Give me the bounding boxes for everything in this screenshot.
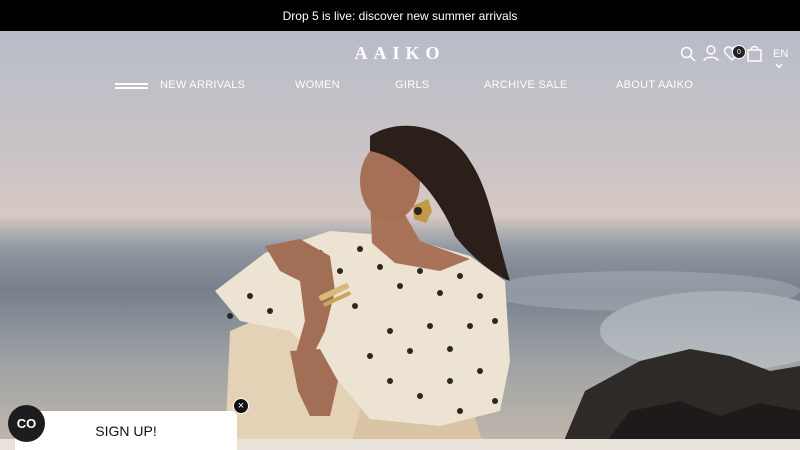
- wishlist-count-badge: 0: [732, 45, 746, 59]
- signup-label[interactable]: SIGN UP!: [95, 423, 156, 439]
- nav-item-women[interactable]: WOMEN: [295, 79, 340, 91]
- cookie-consent-badge[interactable]: CO: [8, 405, 45, 442]
- chevron-down-icon[interactable]: [775, 63, 783, 69]
- search-icon[interactable]: [680, 46, 696, 62]
- cookie-badge-label[interactable]: CO: [17, 416, 37, 431]
- popup-close-button[interactable]: ×: [233, 398, 249, 414]
- main-navigation: NEW ARRIVALS WOMEN GIRLS ARCHIVE SALE AB…: [0, 79, 800, 95]
- nav-item-girls[interactable]: GIRLS: [395, 79, 430, 91]
- close-icon[interactable]: ×: [238, 400, 244, 412]
- announcement-text[interactable]: Drop 5 is live: discover new summer arri…: [283, 9, 518, 23]
- nav-item-about-aaiko[interactable]: ABOUT AAIKO: [616, 79, 693, 91]
- language-label[interactable]: EN: [773, 48, 788, 60]
- nav-item-archive-sale[interactable]: ARCHIVE SALE: [484, 79, 568, 91]
- announcement-bar[interactable]: Drop 5 is live: discover new summer arri…: [0, 0, 800, 31]
- account-icon[interactable]: [703, 45, 719, 62]
- language-selector[interactable]: EN: [773, 48, 800, 72]
- signup-popup-button[interactable]: SIGN UP!: [15, 411, 237, 450]
- cart-bag-icon[interactable]: [747, 45, 762, 62]
- nav-item-new-arrivals[interactable]: NEW ARRIVALS: [160, 79, 245, 91]
